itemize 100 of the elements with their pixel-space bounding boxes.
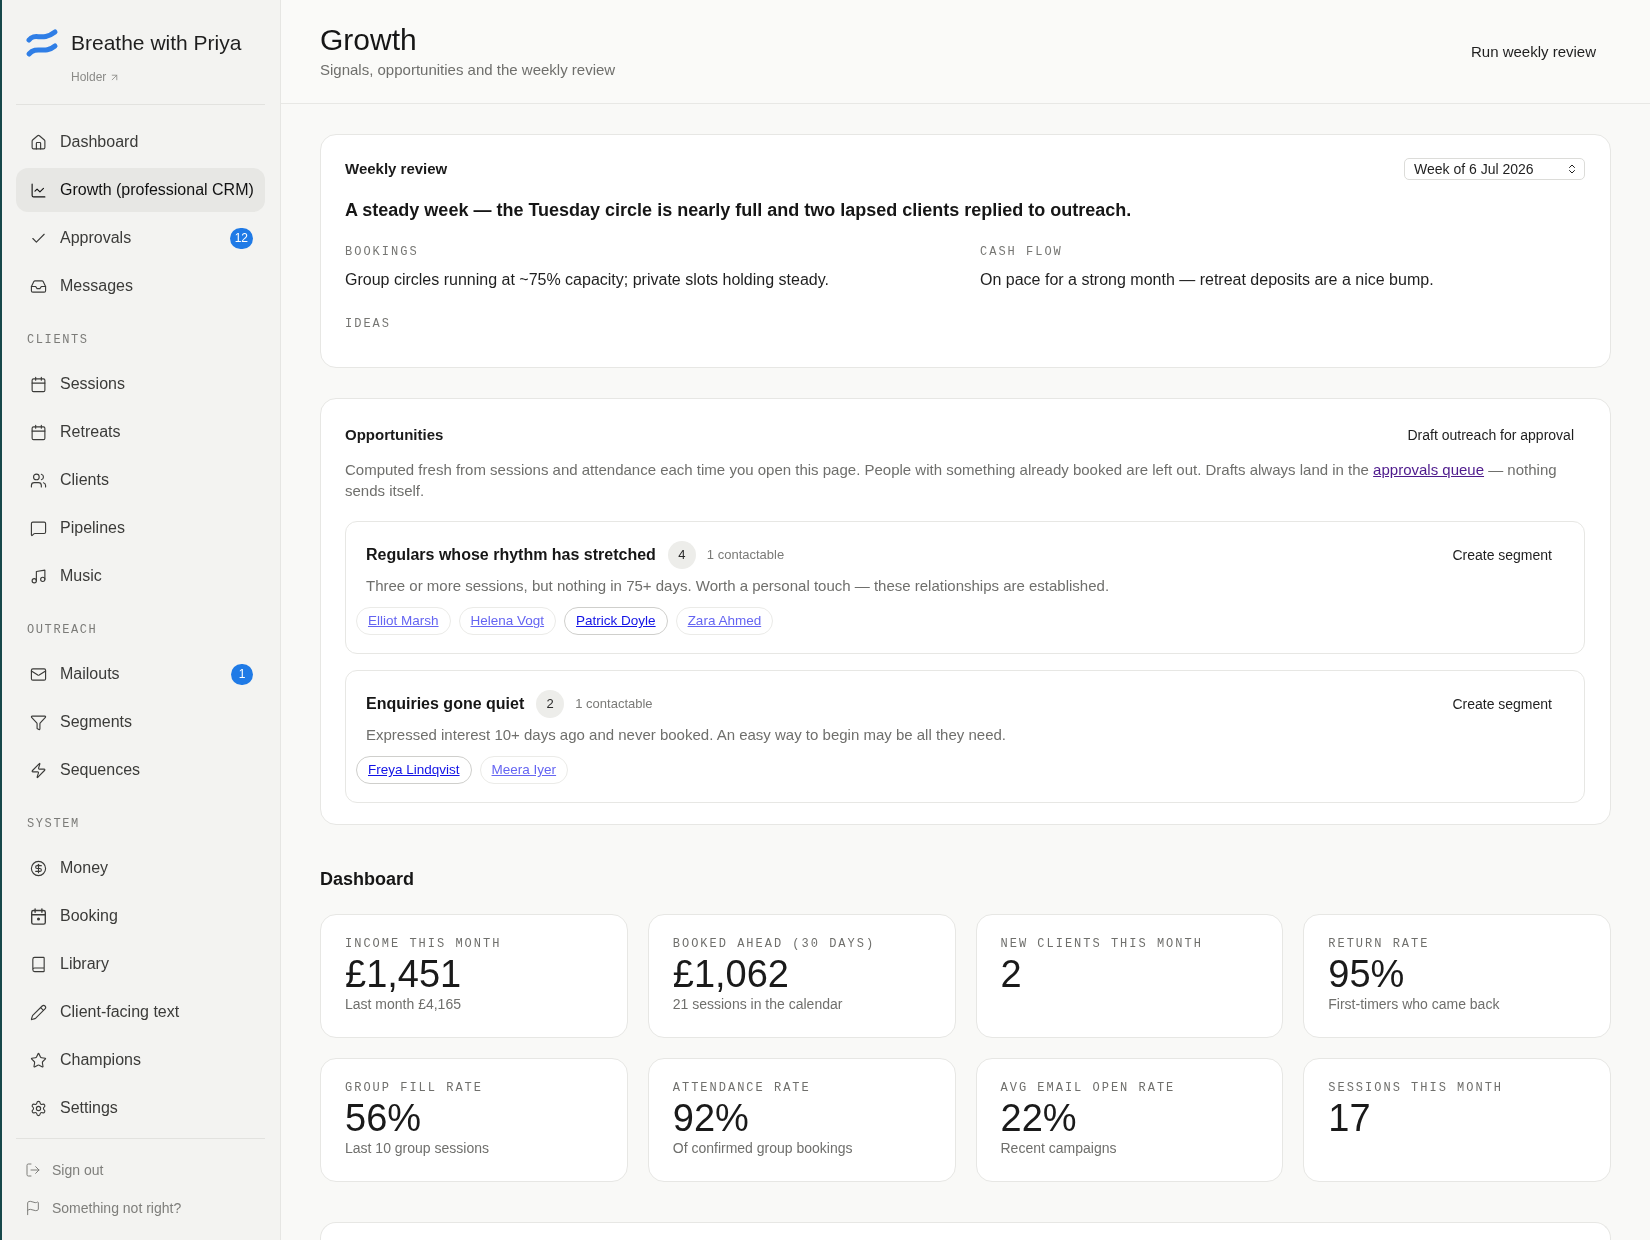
sidebar-item[interactable]: Retreats	[16, 410, 265, 454]
metric-note: Of confirmed group bookings	[672, 1139, 854, 1157]
sidebar-item[interactable]: Clients	[16, 458, 265, 502]
page-subtitle: Signals, opportunities and the weekly review	[320, 60, 616, 80]
run-review-button[interactable]: Run weekly review	[1456, 40, 1610, 64]
section-text: On pace for a strong month — retreat deposits are a nice bump.	[980, 270, 1435, 290]
opportunity-title: Enquiries gone quiet	[366, 694, 525, 714]
description-text: Computed fresh from sessions and attendance each time you open this page. People with something already booked are left out. Drafts always land in the approvals queue — nothing sends itself.	[345, 460, 1558, 501]
metric-label: NEW CLIENTS THIS MONTH	[1000, 936, 1204, 952]
star-icon	[30, 1051, 47, 1069]
speech-bubble-icon	[30, 519, 47, 537]
metric-value: 22%	[1000, 1098, 1078, 1138]
sidebar-item[interactable]: Approvals 12	[16, 216, 265, 260]
person-chip[interactable]: Zara Ahmed	[675, 607, 774, 635]
calendar-icon	[30, 423, 47, 441]
sidebar-item[interactable]: Segments	[16, 700, 265, 744]
metric-note: Last 10 group sessions	[345, 1139, 490, 1157]
metric-label: ATTENDANCE RATE	[672, 1080, 812, 1096]
sign-out-icon	[25, 1162, 41, 1178]
sidebar-item[interactable]: Booking	[16, 894, 265, 938]
footer-link[interactable]: Sign out	[16, 1151, 265, 1189]
metric-label: SESSIONS THIS MONTH	[1328, 1080, 1505, 1096]
settings-icon	[30, 1099, 47, 1117]
metric-note: First-timers who came back	[1328, 995, 1501, 1013]
contactable-note: 1 contactable	[706, 546, 785, 564]
count-badge: 1	[231, 663, 253, 685]
section-label: IDEAS	[345, 316, 392, 332]
week-select[interactable]: Week of 6 Jul 2026	[1404, 158, 1585, 180]
count-badge: 12	[229, 227, 253, 249]
footer-link[interactable]: Something not right?	[16, 1189, 265, 1227]
metric-note: 21 sessions in the calendar	[672, 995, 844, 1013]
line-chart-icon	[30, 181, 47, 199]
person-chip[interactable]: Freya Lindqvist	[356, 756, 472, 784]
sidebar-item[interactable]: Music	[16, 554, 265, 598]
mail-icon	[30, 665, 47, 683]
section-label: BOOKINGS	[345, 244, 420, 260]
pencil-icon	[30, 1003, 47, 1021]
page-title: Growth	[320, 22, 418, 58]
metric-label: AVG EMAIL OPEN RATE	[1000, 1080, 1177, 1096]
metric-label: BOOKED AHEAD (30 DAYS)	[672, 936, 877, 952]
inbox-icon	[30, 277, 47, 295]
approvals-queue-link[interactable]: approvals queue	[1373, 461, 1485, 478]
sidebar-item[interactable]: Dashboard	[16, 120, 265, 164]
section-title: Dashboard	[320, 868, 416, 891]
filter-icon	[30, 713, 47, 731]
metric-note: Last month £4,165	[345, 995, 462, 1013]
metric-value: 95%	[1328, 954, 1406, 994]
create-segment-button[interactable]: Create segment	[1440, 545, 1564, 565]
person-chip[interactable]: Patrick Doyle	[564, 607, 668, 635]
sidebar-item[interactable]: Growth (professional CRM)	[16, 168, 265, 212]
dollar-coin-icon	[30, 859, 47, 877]
contactable-note: 1 contactable	[575, 695, 653, 713]
metric-note: Recent campaigns	[1000, 1139, 1118, 1157]
card-title: Opportunities	[345, 425, 444, 445]
metric-value: 17	[1328, 1098, 1372, 1138]
section-heading: SYSTEM	[26, 816, 81, 833]
chevrons-icon	[1566, 163, 1578, 175]
book-icon	[30, 955, 47, 973]
metric-value: 56%	[345, 1098, 423, 1138]
sidebar-item[interactable]: Sessions	[16, 362, 265, 406]
sidebar-item[interactable]: Pipelines	[16, 506, 265, 550]
review-headline: A steady week — the Tuesday circle is nearly full and two lapsed clients replied to outreach.	[345, 199, 1133, 222]
metric-value: 2	[1000, 954, 1023, 994]
sidebar-item[interactable]: Library	[16, 942, 265, 986]
count-badge: 4	[667, 541, 696, 569]
person-chip[interactable]: Helena Vogt	[458, 607, 557, 635]
section-text: Group circles running at ~75% capacity; private slots holding steady.	[345, 270, 830, 290]
calendar-icon	[30, 375, 47, 393]
flag-icon	[25, 1200, 41, 1216]
metric-value: 92%	[672, 1098, 750, 1138]
sidebar-item[interactable]: Sequences	[16, 748, 265, 792]
metric-label: RETURN RATE	[1328, 936, 1431, 952]
draft-outreach-button[interactable]: Draft outreach for approval	[1396, 425, 1585, 445]
sidebar-item[interactable]: Champions	[16, 1038, 265, 1082]
metric-value: £1,062	[672, 954, 790, 994]
person-chip[interactable]: Elliot Marsh	[356, 607, 451, 635]
card-title: Weekly review	[345, 159, 448, 179]
sidebar-item[interactable]: Client-facing text	[16, 990, 265, 1034]
music-note-icon	[30, 567, 47, 585]
opportunity-description: Three or more sessions, but nothing in 75+ days. Worth a personal touch — these relationships are established.	[366, 576, 1111, 596]
opportunity-description: Expressed interest 10+ days ago and never booked. An easy way to begin may be all they need.	[366, 725, 1007, 745]
home-icon	[30, 133, 47, 151]
person-chip[interactable]: Meera Iyer	[479, 756, 569, 784]
users-icon	[30, 471, 47, 489]
logo-icon	[25, 27, 59, 59]
metric-value: £1,451	[345, 954, 463, 994]
section-heading: CLIENTS	[26, 332, 90, 349]
sidebar-item[interactable]: Money	[16, 846, 265, 890]
section-heading: OUTREACH	[26, 622, 99, 639]
sidebar-item[interactable]: Mailouts 1	[16, 652, 265, 696]
count-badge: 2	[536, 690, 565, 718]
sidebar-item[interactable]: Settings	[16, 1086, 265, 1130]
create-segment-button[interactable]: Create segment	[1440, 694, 1564, 714]
opportunity-title: Regulars whose rhythm has stretched	[366, 545, 656, 565]
section-label: CASH FLOW	[980, 244, 1064, 260]
lightning-icon	[30, 761, 47, 779]
metric-label: INCOME THIS MONTH	[345, 936, 503, 952]
brand-name: Breathe with Priya	[71, 30, 242, 56]
metric-label: GROUP FILL RATE	[345, 1080, 485, 1096]
sidebar-item[interactable]: Messages	[16, 264, 265, 308]
